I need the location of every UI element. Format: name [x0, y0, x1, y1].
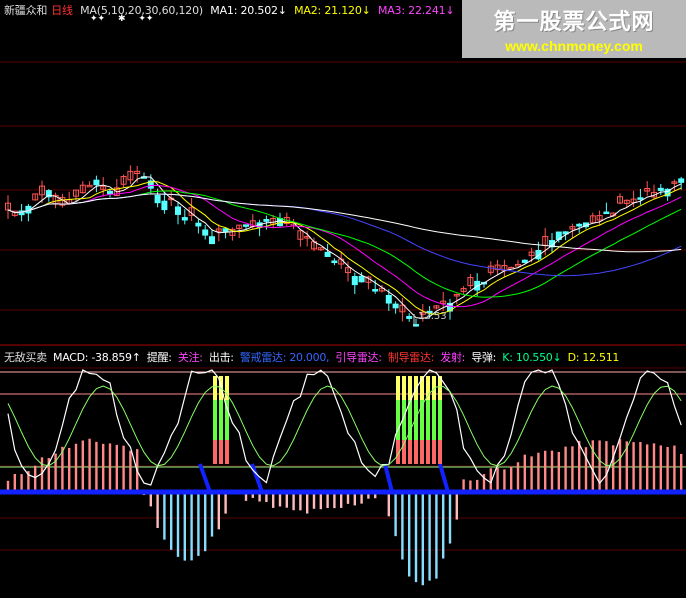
signal-block-green — [426, 400, 430, 440]
remind-label: 提醒: — [146, 351, 172, 364]
candle-body — [637, 197, 644, 200]
ma1-value: MA1: 20.502↓ — [210, 4, 287, 17]
signal-block-yellow — [213, 376, 217, 400]
radar-outline — [198, 463, 265, 494]
radar2-label: 引导雷达: — [335, 351, 382, 364]
price-chart-header: 新疆众和 日线 MA(5,10,20,30,60,120) MA1: 20.502… — [4, 2, 458, 18]
focus-label: 关注: — [177, 351, 203, 364]
candle-body — [351, 276, 358, 286]
candle-body — [392, 303, 399, 309]
ma5-line — [7, 193, 682, 277]
signal-block-green — [438, 400, 442, 440]
candle-body — [107, 190, 113, 195]
indicator-panel[interactable] — [0, 346, 686, 598]
ma4-line — [7, 190, 682, 298]
signal-block-green — [432, 400, 436, 440]
d-value: D: 12.511 — [567, 351, 620, 364]
radar-outline — [383, 463, 451, 494]
signal-markers: ✦✦ ✱ ✦✦ — [90, 14, 163, 24]
candle-body — [161, 200, 168, 211]
candle-body — [209, 236, 215, 245]
candle-body — [603, 211, 610, 215]
candle-body — [657, 187, 664, 191]
signal-block-green — [219, 400, 223, 440]
candle-body — [202, 229, 209, 236]
candle-body — [195, 222, 202, 227]
signal-block-red — [438, 440, 442, 464]
candle-body — [385, 294, 392, 304]
ma2-value: MA2: 21.120↓ — [294, 4, 371, 17]
indicator-chart[interactable] — [0, 346, 686, 598]
ma3-value: MA3: 22.241↓ — [377, 4, 455, 17]
candle-body — [277, 218, 283, 227]
exit-label: 出击: — [208, 351, 234, 364]
watermark-url: www.chnmoney.com — [505, 38, 643, 54]
signal-block-red — [219, 440, 223, 464]
stock-name: 新疆众和 — [4, 4, 48, 17]
signal-block-yellow — [396, 376, 400, 400]
signal-block-red — [432, 440, 436, 464]
signal-block-green — [225, 400, 229, 440]
candle-body — [175, 206, 181, 215]
watermark: 第一股票公式网 www.chnmoney.com — [462, 0, 686, 58]
signal-block-red — [408, 440, 412, 464]
signal-block-yellow — [408, 376, 412, 400]
period-label: 日线 — [51, 4, 73, 17]
candle-body — [93, 179, 100, 186]
ma3-line — [7, 184, 682, 308]
signal-block-yellow — [402, 376, 406, 400]
radar1-label: 警戒雷达: 20.000, — [239, 351, 330, 364]
candle-body — [263, 219, 270, 222]
signal-block-red — [213, 440, 217, 464]
signal-block-red — [225, 440, 229, 464]
signal-block-red — [414, 440, 418, 464]
candle-body — [521, 259, 528, 263]
candle-body — [515, 263, 521, 267]
ma6-line — [7, 193, 682, 253]
signal-block-red — [426, 440, 430, 464]
launch-label: 发射: — [440, 351, 466, 364]
watermark-title: 第一股票公式网 — [493, 10, 655, 35]
candle-body — [154, 194, 161, 204]
candle-body — [678, 178, 685, 183]
candle-body — [181, 217, 188, 221]
candle-body — [406, 315, 413, 319]
candle-body — [372, 289, 379, 292]
ma2-line — [7, 181, 682, 315]
marker-1: ✦✦ — [90, 14, 106, 24]
candle-body — [222, 228, 229, 233]
candle-body — [358, 275, 365, 283]
candle-body — [243, 224, 249, 227]
missile-label: 导弹: — [471, 351, 497, 364]
candle-body — [324, 251, 331, 257]
signal-block-red — [420, 440, 424, 464]
signal-block-green — [213, 400, 217, 440]
indicator-name: 无敌买卖 — [4, 351, 47, 364]
k-value: K: 10.550↓ — [502, 351, 562, 364]
candle-body — [331, 260, 338, 264]
macd-value: MACD: -38.859↑ — [53, 351, 141, 364]
radar3-label: 制导雷达: — [387, 351, 435, 364]
low-price-label: 12.53 — [418, 311, 447, 322]
candle-body — [576, 223, 583, 227]
indicator-header: 无敌买卖 MACD: -38.859↑ 提醒: 关注: 出击: 警戒雷达: 20… — [4, 349, 622, 365]
marker-2: ✱ — [117, 14, 126, 24]
candle-body — [86, 184, 93, 188]
marker-3: ✦✦ — [138, 14, 154, 24]
